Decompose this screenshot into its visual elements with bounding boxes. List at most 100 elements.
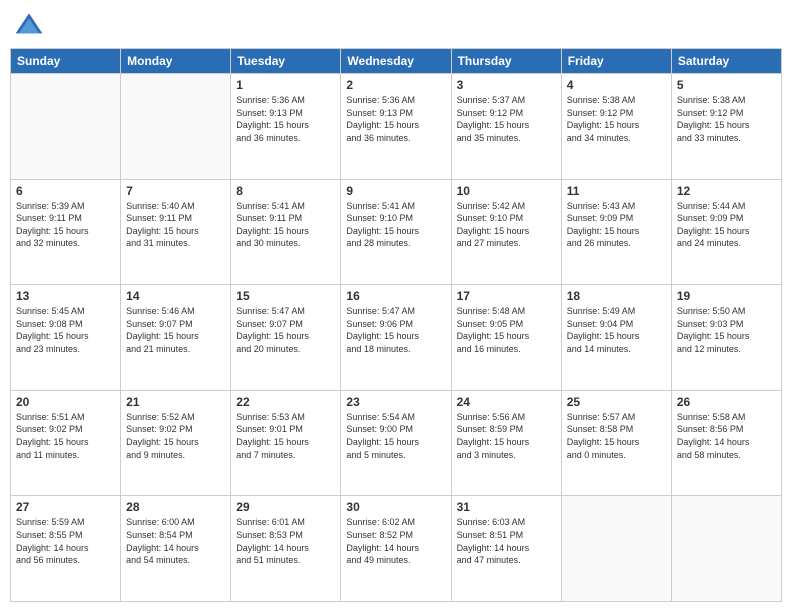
day-info: Sunrise: 5:36 AM Sunset: 9:13 PM Dayligh… [236,94,335,144]
calendar-cell: 14 Sunrise: 5:46 AM Sunset: 9:07 PM Dayli… [121,285,231,391]
day-info: Sunrise: 5:50 AM Sunset: 9:03 PM Dayligh… [677,305,776,355]
day-number: 29 [236,500,335,514]
day-info: Sunrise: 6:01 AM Sunset: 8:53 PM Dayligh… [236,516,335,566]
calendar-week-row: 6Sunrise: 5:39 AM Sunset: 9:11 PM Daylig… [11,179,782,285]
calendar-cell: 24 Sunrise: 5:56 AM Sunset: 8:59 PM Dayli… [451,390,561,496]
day-number: 13 [16,289,115,303]
day-number: 6 [16,184,115,198]
day-info: Sunrise: 5:38 AM Sunset: 9:12 PM Dayligh… [677,94,776,144]
calendar-week-row: 20 Sunrise: 5:51 AM Sunset: 9:02 PM Dayli… [11,390,782,496]
day-number: 14 [126,289,225,303]
day-number: 28 [126,500,225,514]
day-info: Sunrise: 5:45 AM Sunset: 9:08 PM Dayligh… [16,305,115,355]
calendar-cell: 25 Sunrise: 5:57 AM Sunset: 8:58 PM Dayli… [561,390,671,496]
weekday-header: Saturday [671,49,781,74]
calendar-week-row: 27 Sunrise: 5:59 AM Sunset: 8:55 PM Dayli… [11,496,782,602]
day-number: 19 [677,289,776,303]
weekday-header: Friday [561,49,671,74]
calendar-cell: 23 Sunrise: 5:54 AM Sunset: 9:00 PM Dayli… [341,390,451,496]
calendar-cell: 4Sunrise: 5:38 AM Sunset: 9:12 PM Daylig… [561,74,671,180]
day-info: Sunrise: 5:59 AM Sunset: 8:55 PM Dayligh… [16,516,115,566]
calendar-cell: 9 Sunrise: 5:41 AM Sunset: 9:10 PM Daylig… [341,179,451,285]
day-info: Sunrise: 5:41 AM Sunset: 9:11 PM Dayligh… [236,200,335,250]
calendar-cell: 1 Sunrise: 5:36 AM Sunset: 9:13 PM Daylig… [231,74,341,180]
day-number: 12 [677,184,776,198]
day-number: 30 [346,500,445,514]
weekday-header: Sunday [11,49,121,74]
day-number: 2 [346,78,445,92]
weekday-header: Thursday [451,49,561,74]
day-number: 17 [457,289,556,303]
day-info: Sunrise: 5:52 AM Sunset: 9:02 PM Dayligh… [126,411,225,461]
day-info: Sunrise: 5:43 AM Sunset: 9:09 PM Dayligh… [567,200,666,250]
calendar-cell [11,74,121,180]
day-info: Sunrise: 5:40 AM Sunset: 9:11 PM Dayligh… [126,200,225,250]
calendar-cell: 18 Sunrise: 5:49 AM Sunset: 9:04 PM Dayli… [561,285,671,391]
day-number: 22 [236,395,335,409]
day-info: Sunrise: 5:47 AM Sunset: 9:07 PM Dayligh… [236,305,335,355]
calendar-header: SundayMondayTuesdayWednesdayThursdayFrid… [11,49,782,74]
day-info: Sunrise: 6:00 AM Sunset: 8:54 PM Dayligh… [126,516,225,566]
day-number: 27 [16,500,115,514]
day-info: Sunrise: 5:56 AM Sunset: 8:59 PM Dayligh… [457,411,556,461]
day-info: Sunrise: 5:42 AM Sunset: 9:10 PM Dayligh… [457,200,556,250]
calendar-cell: 28 Sunrise: 6:00 AM Sunset: 8:54 PM Dayli… [121,496,231,602]
day-number: 4 [567,78,666,92]
day-info: Sunrise: 5:36 AM Sunset: 9:13 PM Dayligh… [346,94,445,144]
day-number: 16 [346,289,445,303]
day-info: Sunrise: 5:37 AM Sunset: 9:12 PM Dayligh… [457,94,556,144]
calendar-cell: 21 Sunrise: 5:52 AM Sunset: 9:02 PM Dayli… [121,390,231,496]
day-number: 18 [567,289,666,303]
day-info: Sunrise: 5:41 AM Sunset: 9:10 PM Dayligh… [346,200,445,250]
day-info: Sunrise: 5:51 AM Sunset: 9:02 PM Dayligh… [16,411,115,461]
day-number: 3 [457,78,556,92]
day-info: Sunrise: 6:03 AM Sunset: 8:51 PM Dayligh… [457,516,556,566]
calendar-cell: 22 Sunrise: 5:53 AM Sunset: 9:01 PM Dayli… [231,390,341,496]
day-number: 23 [346,395,445,409]
weekday-header: Wednesday [341,49,451,74]
day-number: 25 [567,395,666,409]
calendar-cell [561,496,671,602]
calendar-cell: 8 Sunrise: 5:41 AM Sunset: 9:11 PM Daylig… [231,179,341,285]
day-info: Sunrise: 5:44 AM Sunset: 9:09 PM Dayligh… [677,200,776,250]
calendar-cell: 15 Sunrise: 5:47 AM Sunset: 9:07 PM Dayli… [231,285,341,391]
day-info: Sunrise: 5:54 AM Sunset: 9:00 PM Dayligh… [346,411,445,461]
calendar-cell: 7Sunrise: 5:40 AM Sunset: 9:11 PM Daylig… [121,179,231,285]
day-number: 15 [236,289,335,303]
day-number: 11 [567,184,666,198]
day-info: Sunrise: 5:53 AM Sunset: 9:01 PM Dayligh… [236,411,335,461]
day-info: Sunrise: 5:46 AM Sunset: 9:07 PM Dayligh… [126,305,225,355]
calendar-cell: 17Sunrise: 5:48 AM Sunset: 9:05 PM Dayli… [451,285,561,391]
day-info: Sunrise: 5:57 AM Sunset: 8:58 PM Dayligh… [567,411,666,461]
day-number: 21 [126,395,225,409]
calendar-body: 1 Sunrise: 5:36 AM Sunset: 9:13 PM Daylig… [11,74,782,602]
weekday-row: SundayMondayTuesdayWednesdayThursdayFrid… [11,49,782,74]
day-number: 20 [16,395,115,409]
calendar-cell: 11 Sunrise: 5:43 AM Sunset: 9:09 PM Dayli… [561,179,671,285]
calendar-cell: 12 Sunrise: 5:44 AM Sunset: 9:09 PM Dayli… [671,179,781,285]
calendar-cell: 27 Sunrise: 5:59 AM Sunset: 8:55 PM Dayli… [11,496,121,602]
logo [14,10,48,40]
day-number: 10 [457,184,556,198]
calendar-table: SundayMondayTuesdayWednesdayThursdayFrid… [10,48,782,602]
day-number: 1 [236,78,335,92]
day-info: Sunrise: 5:47 AM Sunset: 9:06 PM Dayligh… [346,305,445,355]
calendar-cell: 3 Sunrise: 5:37 AM Sunset: 9:12 PM Daylig… [451,74,561,180]
calendar-cell: 6Sunrise: 5:39 AM Sunset: 9:11 PM Daylig… [11,179,121,285]
day-number: 8 [236,184,335,198]
calendar-cell: 20 Sunrise: 5:51 AM Sunset: 9:02 PM Dayli… [11,390,121,496]
day-number: 9 [346,184,445,198]
calendar-week-row: 1 Sunrise: 5:36 AM Sunset: 9:13 PM Daylig… [11,74,782,180]
day-info: Sunrise: 5:49 AM Sunset: 9:04 PM Dayligh… [567,305,666,355]
day-number: 24 [457,395,556,409]
day-number: 26 [677,395,776,409]
day-info: Sunrise: 6:02 AM Sunset: 8:52 PM Dayligh… [346,516,445,566]
header [10,10,782,40]
calendar-cell: 13 Sunrise: 5:45 AM Sunset: 9:08 PM Dayli… [11,285,121,391]
calendar-cell: 10 Sunrise: 5:42 AM Sunset: 9:10 PM Dayli… [451,179,561,285]
calendar-cell: 29 Sunrise: 6:01 AM Sunset: 8:53 PM Dayli… [231,496,341,602]
calendar-cell: 2 Sunrise: 5:36 AM Sunset: 9:13 PM Daylig… [341,74,451,180]
day-info: Sunrise: 5:58 AM Sunset: 8:56 PM Dayligh… [677,411,776,461]
calendar-cell [121,74,231,180]
logo-icon [14,10,44,40]
